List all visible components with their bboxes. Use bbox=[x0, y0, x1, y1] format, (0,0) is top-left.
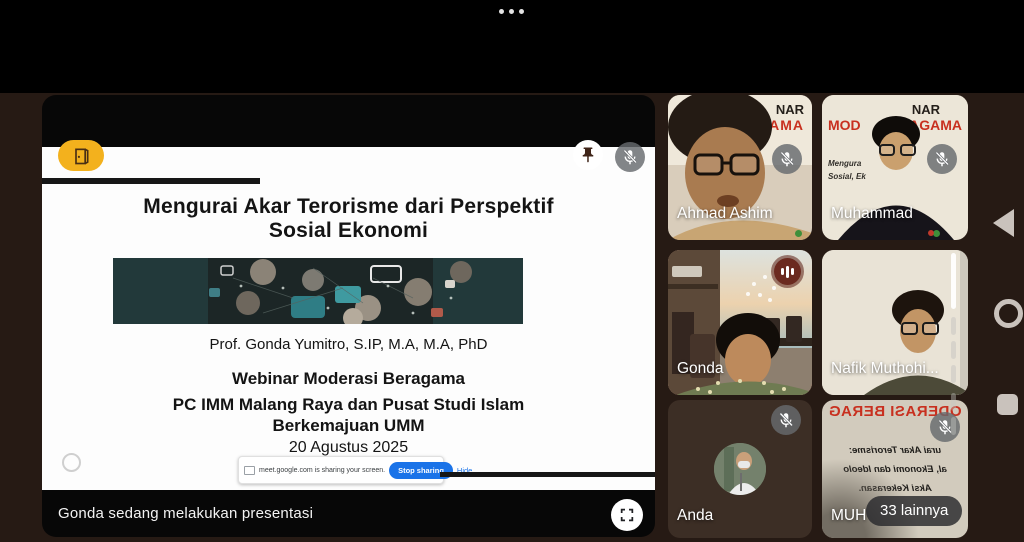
pin-icon[interactable] bbox=[573, 140, 603, 170]
shared-slide: Mengurai Akar Terorisme dari PerspektifS… bbox=[42, 147, 655, 490]
mic-off-icon bbox=[771, 405, 801, 435]
slide-title-line1: Mengurai Akar Terorisme dari Perspektif bbox=[143, 195, 553, 218]
presenting-caption: Gonda sedang melakukan presentasi bbox=[58, 505, 313, 522]
banner-decor-dot bbox=[928, 230, 934, 236]
screencast-icon bbox=[244, 466, 255, 475]
scrollbar-thumb[interactable] bbox=[951, 253, 956, 309]
more-participants-badge[interactable]: 33 lainnya bbox=[866, 496, 962, 526]
slide-divider-top bbox=[42, 178, 260, 184]
participant-name: Muhammad bbox=[831, 205, 913, 223]
mic-off-icon bbox=[927, 144, 957, 174]
participant-tile-nafik[interactable]: Nafik Muthohi... bbox=[822, 250, 968, 395]
participant-name: Ahmad Ashim bbox=[677, 205, 773, 223]
scrollbar-dash bbox=[951, 317, 956, 335]
mic-off-icon bbox=[615, 142, 645, 172]
scrollbar-dash bbox=[951, 341, 956, 359]
slide-event-line3: Berkemajuan UMM bbox=[42, 416, 655, 436]
meet-call-window: Mengurai Akar Terorisme dari PerspektifS… bbox=[0, 0, 1024, 542]
participant-name: Gonda bbox=[677, 360, 724, 378]
slide-title-line2: Sosial Ekonomi bbox=[269, 219, 428, 242]
slide-date: 20 Agustus 2025 bbox=[42, 439, 655, 457]
faces-collage-image bbox=[113, 258, 523, 324]
screen-share-banner: meet.google.com is sharing your screen. … bbox=[238, 456, 444, 484]
avatar-photo bbox=[714, 443, 766, 495]
participant-name: MUH bbox=[831, 507, 866, 525]
share-banner-message: meet.google.com is sharing your screen. bbox=[259, 467, 385, 474]
presentation-tile[interactable]: Mengurai Akar Terorisme dari PerspektifS… bbox=[42, 95, 655, 537]
participant-tile-ahmad-ashim[interactable]: NAR ERAGAMA Ahmad Ashim bbox=[668, 95, 812, 240]
android-recents-button[interactable] bbox=[997, 394, 1018, 415]
slide-event-line1: Webinar Moderasi Beragama bbox=[42, 369, 655, 389]
collage-graphic bbox=[113, 258, 523, 324]
pushpin-glyph bbox=[579, 146, 597, 164]
self-avatar bbox=[714, 443, 766, 495]
door-icon bbox=[71, 146, 91, 166]
participant-tile-muh-overflow[interactable]: ODERASI BERAG urai Akar Terorisme: al, E… bbox=[822, 400, 968, 538]
speaking-indicator-icon bbox=[774, 258, 801, 285]
slide-event-line2: PC IMM Malang Raya dan Pusat Studi Islam bbox=[42, 395, 655, 415]
mic-off-icon bbox=[772, 144, 802, 174]
participant-tile-anda-self[interactable]: Anda bbox=[668, 400, 812, 538]
slide-title: Mengurai Akar Terorisme dari PerspektifS… bbox=[42, 195, 655, 243]
android-home-button[interactable] bbox=[994, 299, 1023, 328]
scrollbar-dash bbox=[951, 417, 956, 435]
participant-name: Anda bbox=[677, 507, 713, 525]
slide-speaker-line: Prof. Gonda Yumitro, S.IP, M.A, M.A, PhD bbox=[42, 336, 655, 353]
participant-name: Nafik Muthohi... bbox=[831, 360, 939, 378]
window-drag-handle-icon[interactable] bbox=[499, 9, 524, 14]
fullscreen-icon bbox=[619, 507, 635, 523]
door-reaction-badge bbox=[58, 140, 104, 171]
banner-decor-dot bbox=[933, 230, 940, 237]
android-back-button[interactable] bbox=[993, 209, 1014, 237]
participants-scrollbar[interactable] bbox=[951, 253, 956, 443]
faint-slide-control-icon bbox=[62, 453, 81, 472]
scrollbar-dash bbox=[951, 365, 956, 383]
banner-decor-dot bbox=[795, 230, 802, 237]
participant-tile-gonda-speaking[interactable]: Gonda bbox=[668, 250, 812, 395]
fullscreen-button[interactable] bbox=[611, 499, 643, 531]
scrollbar-dash bbox=[951, 393, 956, 411]
slide-divider-bottom bbox=[440, 472, 655, 477]
participant-tile-muhammad[interactable]: NAR MOD ERAGAMA Mengura Sosial, Ek Muham… bbox=[822, 95, 968, 240]
